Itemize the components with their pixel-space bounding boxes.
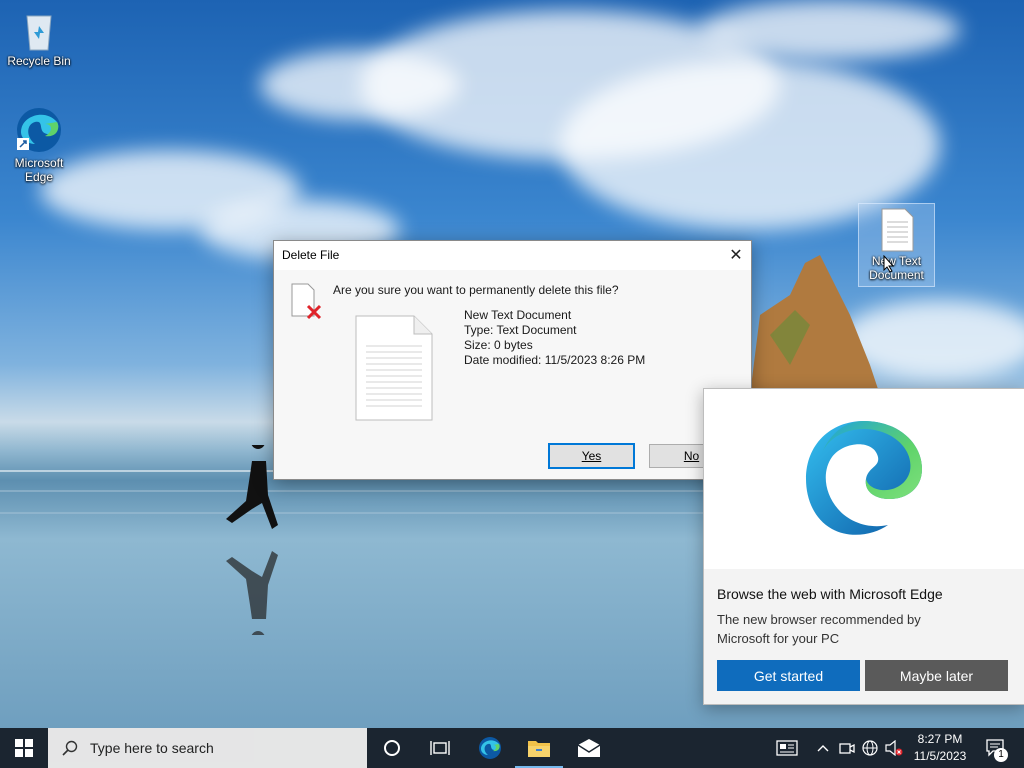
get-started-button[interactable]: Get started (717, 660, 860, 691)
mouse-cursor-icon (883, 255, 895, 273)
taskbar-clock[interactable]: 8:27 PM 11/5/2023 (905, 731, 975, 765)
dialog-body: Are you sure you want to permanently del… (274, 270, 751, 479)
taskbar-search-box[interactable]: Type here to search (48, 728, 367, 768)
search-placeholder: Type here to search (90, 740, 214, 756)
task-view-button[interactable] (416, 728, 464, 768)
show-hidden-icons-button[interactable] (812, 728, 834, 768)
file-info: New Text Document Type: Text Document Si… (464, 308, 645, 368)
file-type: Type: Text Document (464, 323, 577, 337)
action-center-button[interactable]: 1 (978, 728, 1014, 768)
windows-logo-icon (15, 739, 33, 757)
delete-file-dialog: Delete File ✕ Are you sure you want to p… (273, 240, 752, 480)
mail-icon (577, 739, 601, 757)
delete-file-warning-icon (291, 283, 322, 320)
edge-promo-description: The new browser recommended by Microsoft… (717, 612, 921, 646)
taskbar-file-explorer-button[interactable] (515, 728, 563, 768)
taskbar-edge-button[interactable] (466, 728, 514, 768)
news-interests-button[interactable] (770, 728, 804, 768)
file-size: Size: 0 bytes (464, 338, 533, 352)
edge-promo-hero (704, 389, 1024, 569)
new-text-document-label: New Text Document (869, 254, 924, 282)
file-preview-icon (355, 315, 433, 421)
no-button-label: No (683, 449, 700, 463)
edge-promo-popup: Browse the web with Microsoft Edge The n… (703, 388, 1024, 705)
edge-icon (479, 737, 501, 759)
volume-muted-icon (885, 740, 903, 756)
camera-icon (839, 743, 855, 754)
meet-now-button[interactable] (836, 728, 858, 768)
chevron-up-icon (817, 745, 829, 752)
cortana-button[interactable] (368, 728, 416, 768)
clock-time: 8:27 PM (917, 732, 963, 746)
news-icon (776, 740, 798, 756)
volume-button[interactable] (883, 728, 905, 768)
file-name: New Text Document (464, 308, 572, 322)
task-view-icon (430, 741, 450, 755)
cortana-circle-icon (384, 740, 400, 756)
maybe-later-button[interactable]: Maybe later (865, 660, 1008, 691)
notification-count-badge: 1 (994, 748, 1008, 762)
microsoft-edge-label: Microsoft Edge (14, 156, 64, 184)
folder-icon (528, 741, 550, 757)
recycle-bin-icon-shortcut[interactable]: Recycle Bin (1, 8, 77, 68)
yes-button[interactable]: Yes (548, 443, 635, 469)
taskbar: Type here to search 8:27 PM 11/5/2023 1 (0, 728, 1024, 768)
network-button[interactable] (859, 728, 881, 768)
recycle-bin-label: Recycle Bin (7, 54, 71, 68)
file-modified: Date modified: 11/5/2023 8:26 PM (464, 353, 646, 367)
new-text-document-shortcut[interactable]: New Text Document (858, 203, 935, 287)
taskbar-mail-button[interactable] (565, 728, 613, 768)
text-file-icon (881, 208, 913, 252)
search-icon (62, 740, 78, 756)
recycle-bin-icon (26, 15, 52, 51)
dialog-title: Delete File (282, 248, 340, 262)
close-icon: ✕ (729, 247, 743, 264)
edge-logo-icon (806, 421, 922, 535)
edge-icon (17, 108, 61, 152)
yes-button-label: Yes (581, 449, 602, 463)
dialog-close-button[interactable]: ✕ (721, 241, 751, 269)
dialog-question: Are you sure you want to permanently del… (333, 283, 619, 297)
clock-date: 11/5/2023 (913, 749, 967, 763)
microsoft-edge-shortcut[interactable]: Microsoft Edge (1, 106, 77, 184)
edge-promo-title: Browse the web with Microsoft Edge (717, 586, 943, 602)
start-button[interactable] (0, 728, 48, 768)
globe-network-icon (862, 740, 878, 756)
